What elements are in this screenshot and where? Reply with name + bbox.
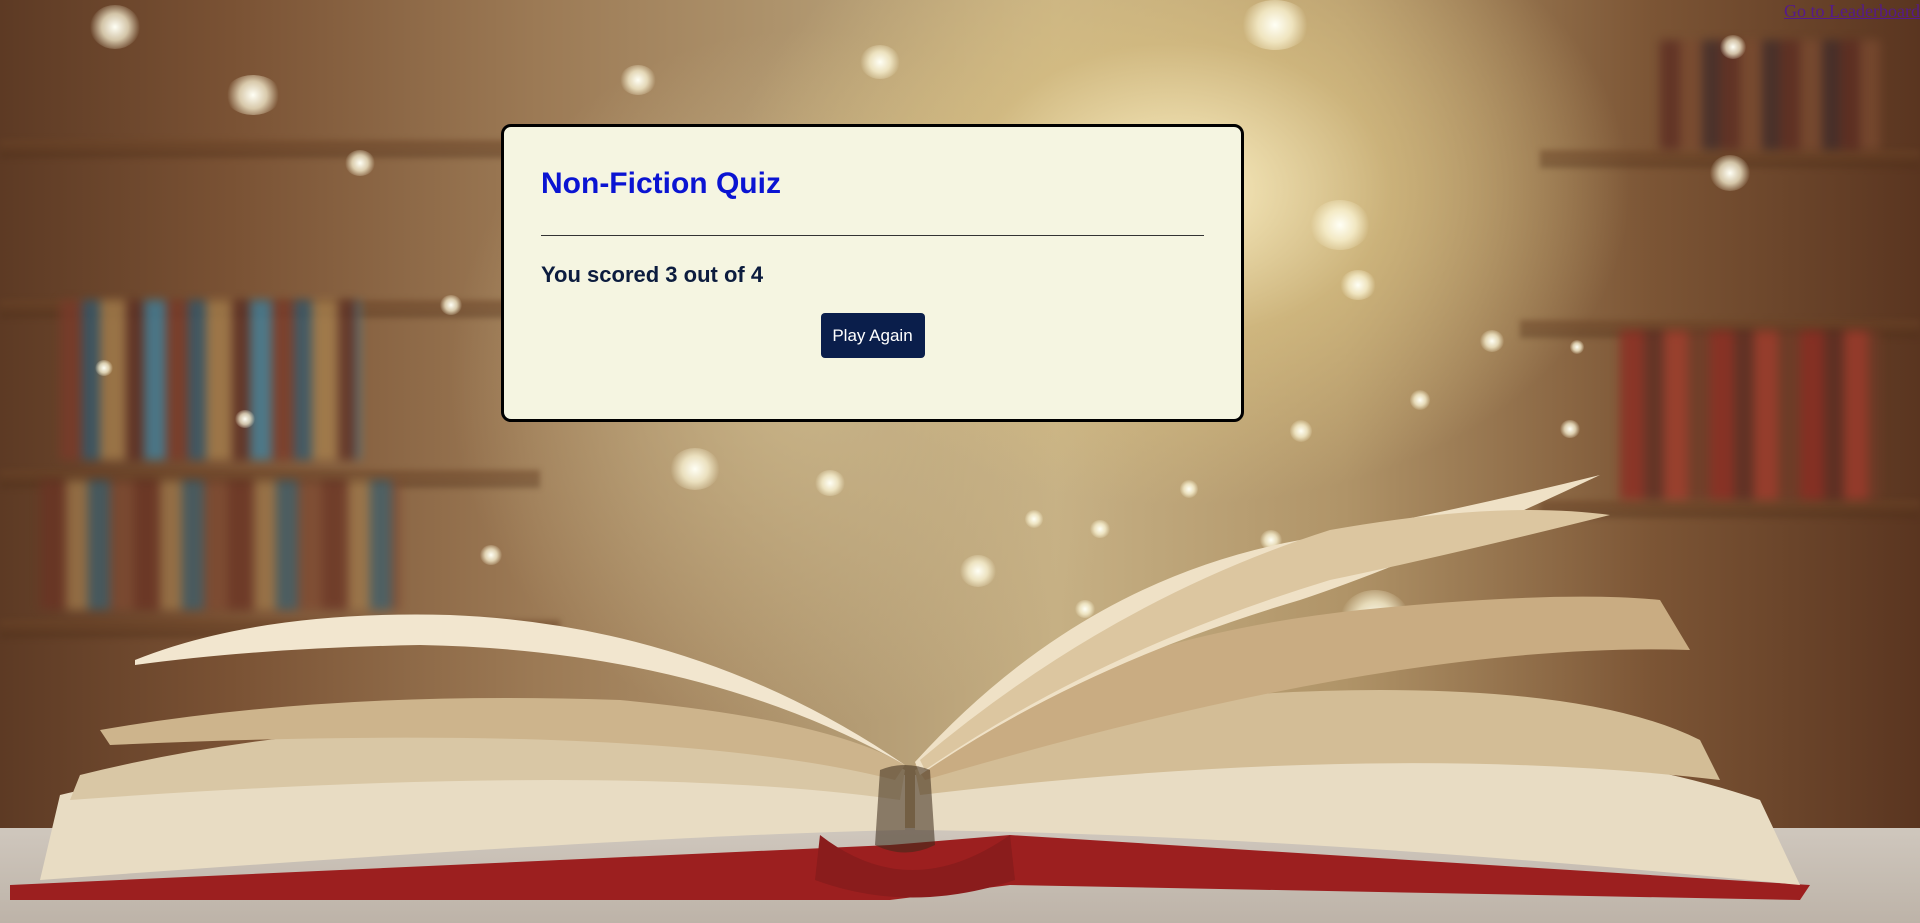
leaderboard-link[interactable]: Go to Leaderboard xyxy=(1784,0,1920,22)
score-text: You scored 3 out of 4 xyxy=(541,262,764,287)
quiz-title: Non-Fiction Quiz xyxy=(541,167,781,200)
divider xyxy=(541,235,1204,236)
play-again-button[interactable]: Play Again xyxy=(820,313,925,358)
quiz-result-card: Non-Fiction Quiz You scored 3 out of 4 P… xyxy=(501,124,1244,422)
